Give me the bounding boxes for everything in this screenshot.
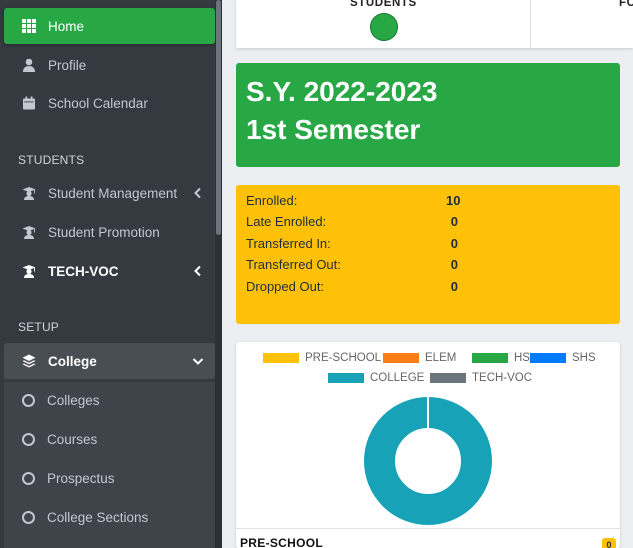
stat-label-transferred-out: Transferred Out: xyxy=(246,257,341,272)
stat-label-transferred-in: Transferred In: xyxy=(246,236,331,251)
footer-count-badge: 0 xyxy=(602,538,616,548)
graduate-icon xyxy=(22,264,36,278)
graduate-icon xyxy=(22,186,36,200)
stat-value-late-enrolled: 0 xyxy=(450,214,458,229)
sidebar-item-school-calendar[interactable]: School Calendar xyxy=(4,85,215,121)
section-header-students: STUDENTS xyxy=(18,153,85,167)
sidebar-item-label: Colleges xyxy=(47,392,100,408)
sidebar-subitem-college-sections[interactable]: College Sections xyxy=(4,499,215,535)
students-status-dot xyxy=(370,13,398,41)
stat-label-enrolled: Enrolled: xyxy=(246,193,298,208)
sidebar-item-label: Student Management xyxy=(48,185,178,201)
chart-footer-row: PRE-SCHOOL 0 xyxy=(236,528,620,548)
user-icon xyxy=(22,58,36,72)
chevron-left-icon xyxy=(191,264,205,278)
enrollment-stats-card: Enrolled: 10 Late Enrolled: 0 Transferre… xyxy=(236,185,620,324)
circle-icon xyxy=(22,471,35,485)
student-count-card: STUDENTS FC xyxy=(236,0,633,48)
section-header-setup: SETUP xyxy=(18,320,60,334)
sidebar-item-profile[interactable]: Profile xyxy=(4,47,215,83)
sidebar-subitem-prospectus[interactable]: Prospectus xyxy=(4,460,215,496)
sidebar-item-label: TECH-VOC xyxy=(48,263,119,279)
stat-value-transferred-in: 0 xyxy=(450,236,458,251)
sidebar-item-label: College xyxy=(48,353,97,369)
sidebar-item-label: Courses xyxy=(47,431,98,447)
stat-label-dropped-out: Dropped Out: xyxy=(246,279,325,294)
enrollment-chart-card: PRE-SCHOOL ELEM HS SHS COLLEGE TECH-VOC PRE-S… xyxy=(236,342,620,548)
school-year-card: S.Y. 2022-2023 1st Semester xyxy=(236,63,620,167)
next-column-label: FC xyxy=(619,0,633,9)
sidebar-item-label: Prospectus xyxy=(47,470,115,486)
sidebar-item-student-promotion[interactable]: Student Promotion xyxy=(4,214,215,250)
sidebar-item-label: Student Promotion xyxy=(48,224,160,240)
calendar-icon xyxy=(22,96,36,110)
layers-icon xyxy=(22,354,36,368)
sidebar-item-label: College Sections xyxy=(47,509,149,525)
sidebar-subitem-colleges[interactable]: Colleges xyxy=(4,382,215,418)
sidebar-subitem-courses[interactable]: Courses xyxy=(4,421,215,457)
sidebar-item-tech-voc[interactable]: TECH-VOC xyxy=(4,253,215,289)
stat-value-transferred-out: 0 xyxy=(450,257,458,272)
sidebar-scrollbar-thumb[interactable] xyxy=(216,0,221,235)
sidebar-item-label: Profile xyxy=(48,57,87,73)
circle-icon xyxy=(22,393,35,407)
footer-category-label: PRE-SCHOOL xyxy=(240,536,324,548)
stat-value-enrolled: 10 xyxy=(446,193,461,208)
donut-chart xyxy=(364,397,492,525)
semester-title: 1st Semester xyxy=(246,114,421,145)
chevron-left-icon xyxy=(191,186,205,200)
sidebar-item-home[interactable]: Home xyxy=(4,8,215,44)
divider xyxy=(530,0,531,48)
stat-value-dropped-out: 0 xyxy=(450,279,458,294)
school-year-title: S.Y. 2022-2023 xyxy=(246,76,438,107)
chevron-down-icon xyxy=(191,354,205,368)
circle-icon xyxy=(22,432,35,446)
circle-icon xyxy=(22,510,35,524)
sidebar-item-label: School Calendar xyxy=(48,95,148,111)
sidebar-item-college[interactable]: College xyxy=(4,343,215,379)
grid-icon xyxy=(22,19,36,33)
stat-label-late-enrolled: Late Enrolled: xyxy=(246,214,327,229)
students-label: STUDENTS xyxy=(350,0,417,9)
sidebar-item-student-management[interactable]: Student Management xyxy=(4,175,215,211)
graduate-icon xyxy=(22,225,36,239)
sidebar-item-label: Home xyxy=(48,18,85,34)
sidebar: Home Profile School Calendar STUDENTS St… xyxy=(0,0,222,548)
